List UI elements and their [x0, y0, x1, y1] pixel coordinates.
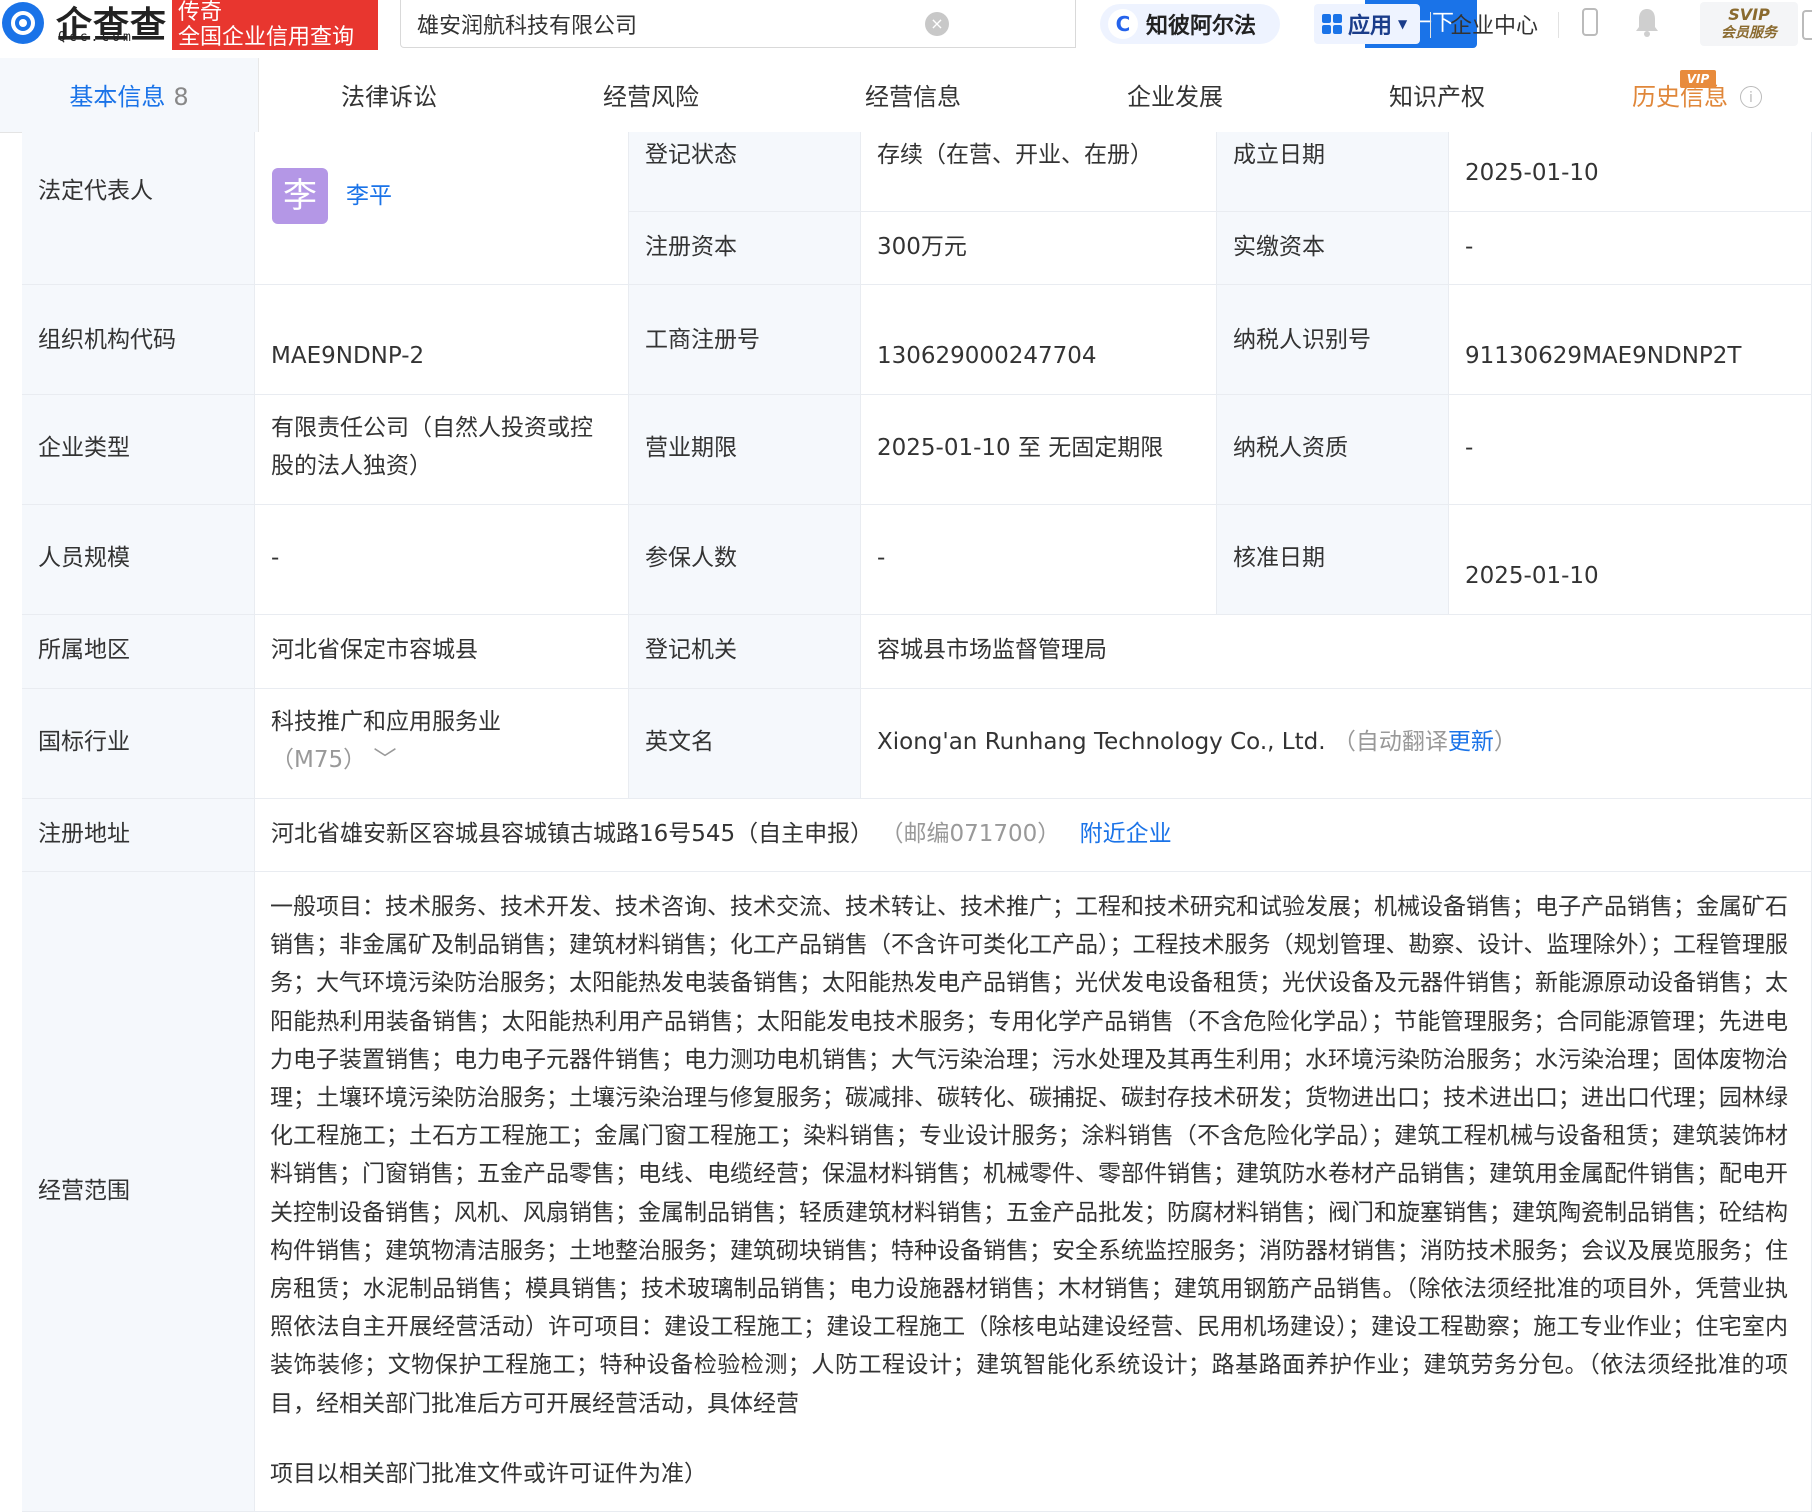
legal-rep-label: 法定代表人: [22, 132, 255, 285]
term-label: 营业期限: [629, 395, 861, 505]
svip-title: SVIP: [1728, 5, 1770, 24]
reg-status-label: 登记状态: [629, 132, 861, 212]
staff-size-label: 人员规模: [22, 505, 255, 615]
company-type-label: 企业类型: [22, 395, 255, 505]
industry-code: （M75）: [271, 747, 367, 773]
tab-basic-info[interactable]: 基本信息 8: [0, 58, 259, 132]
tab-risk[interactable]: 经营风险: [520, 58, 782, 132]
reg-capital-value: 300万元: [861, 212, 1217, 285]
industry-name: 科技推广和应用服务业: [271, 709, 501, 735]
tab-count: 8: [173, 83, 189, 111]
legal-rep-name-link[interactable]: 李平: [346, 176, 392, 210]
tab-development[interactable]: 企业发展: [1044, 58, 1306, 132]
partial-icon[interactable]: [1802, 10, 1812, 40]
industry-label: 国标行业: [22, 689, 255, 799]
org-code-value: MAE9NDNP-2: [255, 285, 629, 395]
reg-authority-value: 容城县市场监督管理局: [861, 615, 1812, 689]
search-input[interactable]: [415, 0, 919, 48]
english-name-value: Xiong'an Runhang Technology Co., Ltd. （自…: [861, 689, 1812, 799]
company-type-line2: 股的法人独资）: [271, 453, 432, 479]
found-date-value: 2025-01-10: [1449, 132, 1812, 212]
apps-grid-icon: [1322, 14, 1342, 34]
auto-translate-note: （自动翻译: [1332, 729, 1448, 755]
tax-id-label: 纳税人识别号: [1217, 285, 1449, 395]
insured-label: 参保人数: [629, 505, 861, 615]
top-header: 企查查 Qcc.com 传奇 全国企业信用查询 × 查一下 C 知彼阿尔法 应用…: [0, 0, 1812, 59]
english-name-label: 英文名: [629, 689, 861, 799]
search-box: × 查一下: [400, 0, 1477, 48]
company-type-value: 有限责任公司（自然人投资或控 股的法人独资）: [255, 395, 629, 505]
zhibi-label: 知彼阿尔法: [1146, 14, 1257, 39]
approve-date-label: 核准日期: [1217, 505, 1449, 615]
clear-icon[interactable]: ×: [925, 12, 949, 36]
region-value: 河北省保定市容城县: [255, 615, 629, 689]
divider: [1558, 12, 1559, 38]
address-value: 河北省雄安新区容城县容城镇古城路16号545（自主申报） （邮编071700） …: [255, 799, 1812, 872]
term-value: 2025-01-10 至 无固定期限: [861, 395, 1217, 505]
company-type-line1: 有限责任公司（自然人投资或控: [271, 415, 593, 441]
zhibi-logo-icon: C: [1108, 9, 1138, 39]
org-code-label: 组织机构代码: [22, 285, 255, 395]
address-text: 河北省雄安新区容城县容城镇古城路16号545（自主申报）: [271, 821, 874, 847]
apps-label: 应用: [1348, 14, 1393, 39]
region-label: 所属地区: [22, 615, 255, 689]
postcode: （邮编071700）: [880, 821, 1061, 847]
update-link[interactable]: 更新: [1448, 729, 1494, 755]
caret-down-icon: ▼: [1398, 17, 1408, 31]
taxpayer-qual-label: 纳税人资质: [1217, 395, 1449, 505]
svip-subtitle: 会员服务: [1721, 25, 1777, 41]
enterprise-center-link[interactable]: 企业中心: [1450, 8, 1538, 40]
tab-operation[interactable]: 经营信息: [782, 58, 1044, 132]
divider: [1430, 12, 1431, 38]
english-name: Xiong'an Runhang Technology Co., Ltd.: [877, 729, 1326, 755]
auto-translate-close: ）: [1493, 729, 1517, 755]
industry-code-row[interactable]: （M75） ﹀: [271, 741, 618, 779]
business-scope-last-line: 项目以相关部门批准文件或许可证件为准）: [270, 1461, 707, 1487]
nearby-companies-link[interactable]: 附近企业: [1080, 821, 1172, 847]
zhibi-alpha-button[interactable]: C 知彼阿尔法: [1100, 4, 1280, 44]
address-label: 注册地址: [22, 799, 255, 872]
biz-reg-no-value: 130629000247704: [861, 285, 1217, 395]
vip-badge: VIP: [1680, 70, 1716, 88]
apps-menu-button[interactable]: 应用 ▼: [1314, 4, 1420, 44]
reg-authority-label: 登记机关: [629, 615, 861, 689]
approve-date-value: 2025-01-10: [1449, 505, 1812, 615]
qcc-logo-icon[interactable]: [2, 2, 44, 44]
tax-id-value: 91130629MAE9NDNP2T: [1449, 285, 1812, 395]
scope-label: 经营范围: [22, 872, 255, 1512]
mobile-app-icon[interactable]: [1582, 8, 1598, 36]
business-scope-text: 一般项目：技术服务、技术开发、技术咨询、技术交流、技术转让、技术推广；工程和技术…: [270, 894, 1788, 1417]
staff-size-value: -: [255, 505, 629, 615]
chevron-down-icon[interactable]: ﹀: [373, 747, 396, 773]
insured-value: -: [861, 505, 1217, 615]
reg-capital-label: 注册资本: [629, 212, 861, 285]
industry-value: 科技推广和应用服务业 （M75） ﹀: [255, 689, 629, 799]
reg-status-value: 存续（在营、开业、在册）: [861, 132, 1217, 212]
section-tabs: 基本信息 8 法律诉讼 经营风险 经营信息 企业发展 知识产权 历史信息 VIP …: [0, 58, 1812, 133]
tab-ip[interactable]: 知识产权: [1306, 58, 1568, 132]
found-date-label: 成立日期: [1217, 132, 1449, 212]
legal-rep-avatar[interactable]: 李: [272, 168, 328, 224]
info-icon[interactable]: i: [1740, 86, 1762, 108]
slogan-line1: 传奇: [178, 0, 223, 25]
slogan-banner: 传奇 全国企业信用查询: [172, 0, 378, 50]
notification-bell-icon[interactable]: [1632, 6, 1662, 38]
tab-label: 基本信息: [69, 83, 166, 111]
tab-legal[interactable]: 法律诉讼: [258, 58, 520, 132]
biz-reg-no-label: 工商注册号: [629, 285, 861, 395]
taxpayer-qual-value: -: [1449, 395, 1812, 505]
paid-capital-label: 实缴资本: [1217, 212, 1449, 285]
logo-domain: Qcc.com: [58, 30, 134, 45]
svip-member-button[interactable]: SVIP 会员服务: [1700, 2, 1798, 46]
slogan-line2: 全国企业信用查询: [178, 25, 355, 50]
paid-capital-value: -: [1449, 212, 1812, 285]
